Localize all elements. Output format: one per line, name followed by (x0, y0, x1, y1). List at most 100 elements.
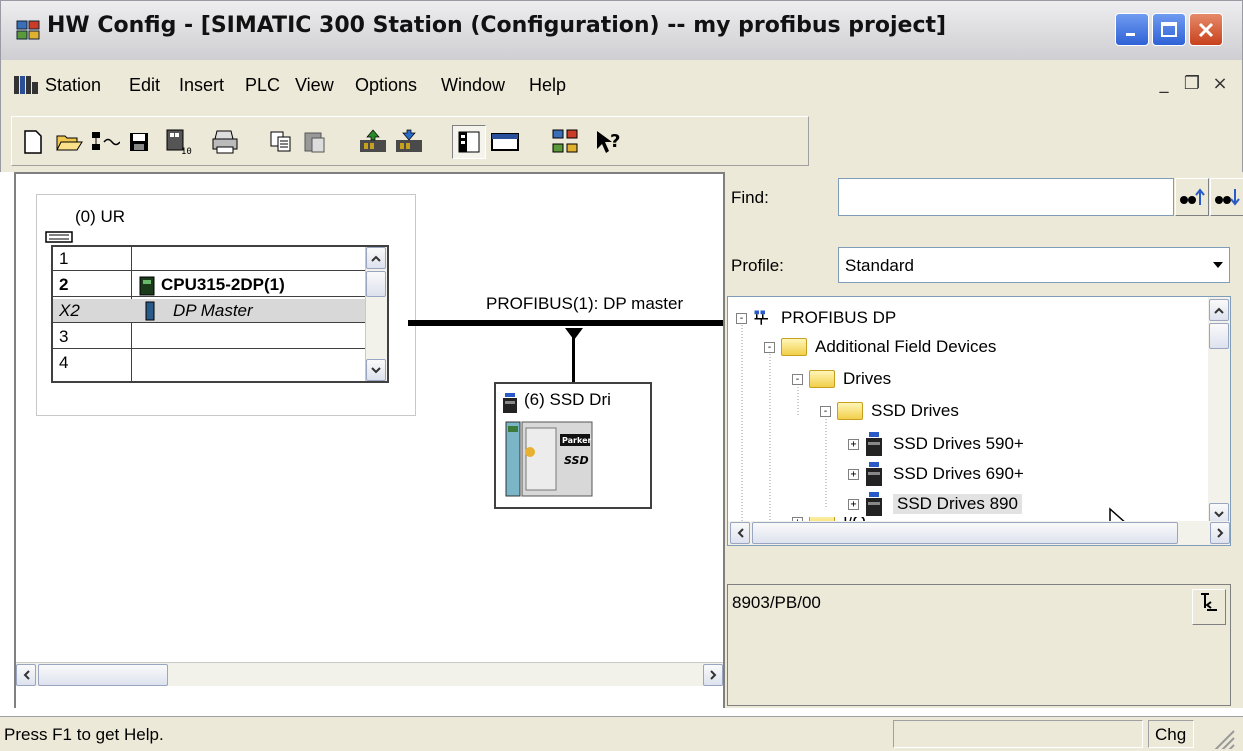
mdi-close-button[interactable]: × (1209, 73, 1231, 95)
chevron-right-icon (709, 670, 716, 680)
scroll-thumb[interactable] (38, 664, 168, 686)
tree-item-ssd-drives-890[interactable]: + SSD Drives 890 (848, 491, 1022, 517)
rack-row[interactable]: X2 DP Master (53, 299, 369, 323)
menu-plc[interactable]: PLC (245, 75, 280, 96)
folder-icon (837, 402, 863, 420)
network-button[interactable] (548, 125, 582, 159)
save-compile-button[interactable] (88, 125, 122, 159)
new-button[interactable] (16, 125, 50, 159)
rack-slot: 1 (59, 249, 69, 268)
tree-item-profibus-dp[interactable]: - PROFIBUS DP (736, 305, 896, 331)
tree-item-ssd-drives-590[interactable]: + SSD Drives 590+ (848, 431, 1024, 457)
svg-text:Parker: Parker (562, 436, 592, 445)
upload-button[interactable] (356, 125, 390, 159)
help-icon: ? (597, 131, 620, 153)
scroll-right-button[interactable] (703, 664, 723, 686)
minimize-button[interactable] (1115, 13, 1149, 46)
rack-slot: 4 (59, 353, 69, 372)
open-button[interactable] (52, 125, 86, 159)
menu-window[interactable]: Window (441, 75, 505, 96)
tree-label: SSD Drives (871, 401, 959, 420)
mdi-minimize-button[interactable]: _ (1153, 73, 1175, 95)
scroll-thumb[interactable] (1209, 323, 1229, 349)
chevron-left-icon (737, 528, 744, 538)
rack-row[interactable]: 2 CPU315-2DP(1) (53, 273, 369, 297)
chevron-down-icon (371, 366, 381, 373)
copy-button[interactable] (264, 125, 298, 159)
tree-hscrollbar[interactable] (728, 521, 1230, 545)
scroll-up-button[interactable] (366, 247, 386, 269)
paste-button[interactable] (298, 125, 332, 159)
collapse-icon[interactable]: - (792, 373, 803, 385)
menu-help[interactable]: Help (529, 75, 566, 96)
open-icon (56, 135, 83, 151)
rack-window[interactable]: (0) UR 1 2 CPU315-2DP(1) X2 DP Master 3 (36, 194, 416, 416)
window-title: HW Config - [SIMATIC 300 Station (Config… (47, 13, 947, 38)
rack-table[interactable]: 1 2 CPU315-2DP(1) X2 DP Master 3 4 (51, 245, 389, 383)
find-up-button[interactable] (1175, 178, 1209, 216)
rack-row[interactable]: 4 (53, 351, 369, 375)
maximize-icon (1161, 21, 1177, 37)
chevron-up-icon (1214, 307, 1224, 314)
scroll-thumb[interactable] (752, 522, 1178, 544)
scroll-up-button[interactable] (1209, 299, 1229, 321)
download-module-button[interactable] (392, 125, 426, 159)
scroll-right-button[interactable] (1210, 522, 1230, 544)
menu-station[interactable]: Station (45, 75, 101, 96)
svg-text:SSD: SSD (564, 454, 589, 467)
scroll-left-button[interactable] (730, 522, 750, 544)
collapse-icon[interactable]: - (764, 341, 775, 353)
tree-item-ssd-drives[interactable]: - SSD Drives (820, 401, 959, 421)
collapse-icon[interactable]: - (736, 312, 747, 324)
resize-grip-icon[interactable] (1206, 723, 1236, 749)
rack-slot: 2 (59, 275, 69, 294)
rack-scrollbar[interactable] (365, 247, 387, 381)
menu-view[interactable]: View (295, 75, 334, 96)
rack-row[interactable]: 1 (53, 247, 369, 271)
catalog-tree[interactable]: - PROFIBUS DP - Additional Field Devices… (727, 296, 1231, 546)
info-toggle-button[interactable] (1192, 589, 1226, 625)
find-input[interactable] (838, 178, 1174, 216)
svg-text:?: ? (610, 131, 620, 152)
tree-item-drives[interactable]: - Drives (792, 369, 891, 389)
maximize-button[interactable] (1152, 13, 1186, 46)
rack-icon (45, 231, 73, 243)
expand-icon[interactable]: + (848, 438, 859, 450)
profile-select[interactable]: Standard (838, 247, 1230, 283)
tree-vscrollbar[interactable] (1208, 297, 1230, 527)
rack-module: CPU315-2DP(1) (161, 275, 285, 294)
collapse-icon[interactable]: - (820, 405, 831, 417)
menu-options[interactable]: Options (355, 75, 417, 96)
close-button[interactable] (1189, 13, 1223, 46)
station-pane[interactable]: (0) UR 1 2 CPU315-2DP(1) X2 DP Master 3 (14, 172, 725, 708)
profibus-network-label[interactable]: PROFIBUS(1): DP master (486, 294, 683, 314)
expand-icon[interactable]: + (848, 468, 859, 480)
catalog-button[interactable] (452, 125, 486, 159)
expand-icon[interactable]: + (848, 498, 859, 510)
chevron-up-icon (371, 255, 381, 262)
mdi-restore-button[interactable]: ❐ (1181, 73, 1203, 95)
print-button[interactable] (208, 125, 242, 159)
download-button[interactable]: 10 (162, 125, 196, 159)
rack-row[interactable]: 3 (53, 325, 369, 349)
scroll-down-button[interactable] (366, 359, 386, 381)
status-text: Press F1 to get Help. (4, 725, 164, 744)
station-hscrollbar[interactable] (16, 662, 723, 686)
menu-insert[interactable]: Insert (179, 75, 224, 96)
dp-master-icon (145, 301, 155, 321)
profibus-line[interactable] (408, 320, 725, 326)
rack-title: (0) UR (75, 207, 126, 226)
dp-slave-box[interactable]: (6) SSD Dri Parker SSD (494, 382, 652, 509)
new-icon (24, 130, 42, 154)
save-button[interactable] (122, 125, 156, 159)
tree-item-ssd-drives-690[interactable]: + SSD Drives 690+ (848, 461, 1024, 487)
menu-edit[interactable]: Edit (129, 75, 160, 96)
station-view-button[interactable] (488, 125, 522, 159)
find-down-button[interactable] (1210, 178, 1243, 216)
scroll-left-button[interactable] (16, 664, 36, 686)
tree-item-additional-field-devices[interactable]: - Additional Field Devices (764, 337, 996, 357)
scroll-thumb[interactable] (366, 271, 386, 297)
tree-label: PROFIBUS DP (781, 308, 897, 327)
dropdown-arrow-icon[interactable] (1207, 248, 1229, 282)
help-button[interactable]: ? (592, 125, 626, 159)
